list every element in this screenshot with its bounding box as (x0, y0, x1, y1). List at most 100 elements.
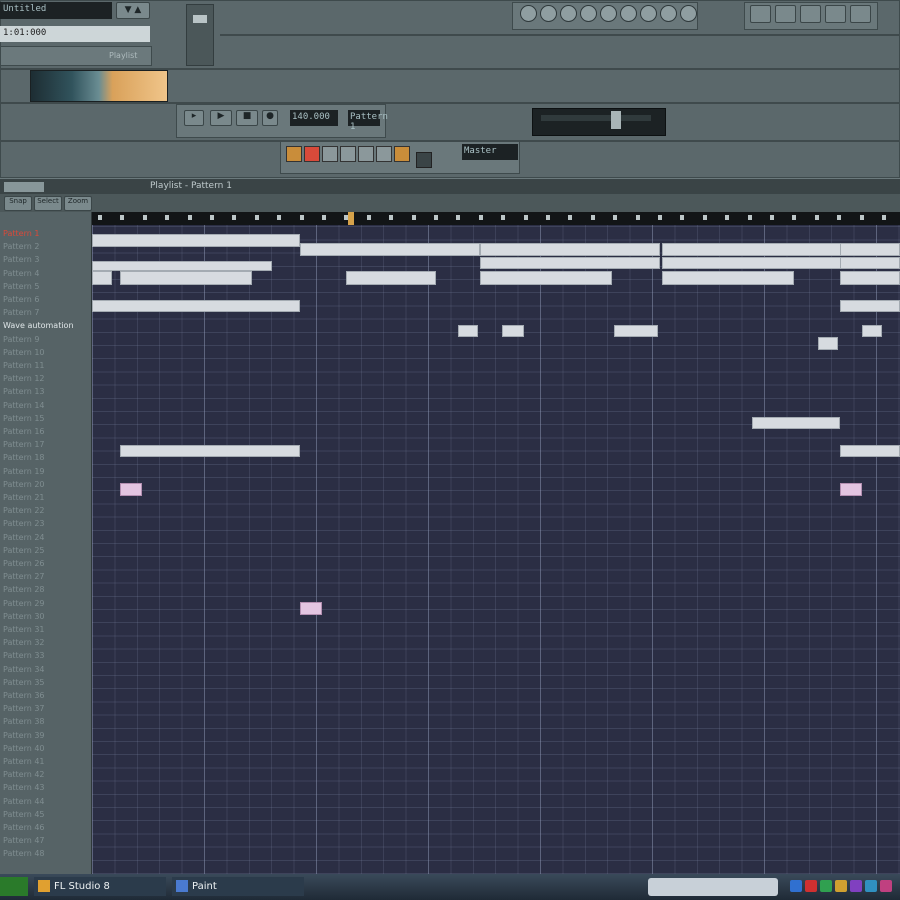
playlist-grid[interactable] (92, 225, 900, 874)
track-label[interactable]: Pattern 41 (3, 757, 88, 768)
track-label[interactable]: Pattern 19 (3, 467, 88, 478)
track-label[interactable]: Pattern 11 (3, 361, 88, 372)
track-label[interactable]: Pattern 27 (3, 572, 88, 583)
pattern-display[interactable]: Pattern 1 (348, 110, 388, 132)
track-label[interactable]: Pattern 14 (3, 401, 88, 412)
pattern-clip[interactable] (480, 243, 660, 256)
pattern-clip[interactable] (480, 271, 612, 285)
automation-clip[interactable] (840, 483, 862, 496)
track-label[interactable]: Pattern 48 (3, 849, 88, 860)
loop-icon[interactable] (394, 146, 410, 162)
browser-button[interactable] (800, 5, 821, 23)
track-label[interactable]: Pattern 47 (3, 836, 88, 847)
track-label[interactable]: Pattern 18 (3, 453, 88, 464)
track-label[interactable]: Pattern 31 (3, 625, 88, 636)
select-icon[interactable] (640, 5, 657, 22)
track-label[interactable]: Pattern 26 (3, 559, 88, 570)
pattern-clip[interactable] (662, 257, 842, 269)
track-label[interactable]: Pattern 10 (3, 348, 88, 359)
track-label[interactable]: Pattern 17 (3, 440, 88, 451)
channel-rack-button[interactable] (850, 5, 871, 23)
pattern-clip[interactable] (92, 261, 272, 271)
mixer-display[interactable]: Master (462, 144, 518, 160)
pattern-clip[interactable] (662, 243, 842, 256)
track-label[interactable]: Pattern 22 (3, 506, 88, 517)
pattern-clip[interactable] (862, 325, 882, 337)
playlist-tool-select[interactable]: Select (34, 196, 62, 211)
paint-icon[interactable] (560, 5, 577, 22)
tray-icon[interactable] (835, 880, 847, 892)
playlist-button[interactable] (750, 5, 771, 23)
snap-icon[interactable] (520, 5, 537, 22)
tray-icon[interactable] (865, 880, 877, 892)
record-button[interactable]: ● (262, 110, 278, 126)
track-label[interactable]: Pattern 42 (3, 770, 88, 781)
scroll-icon[interactable] (416, 152, 432, 168)
pattern-clip[interactable] (300, 243, 480, 256)
playback-icon[interactable] (680, 5, 697, 22)
track-label[interactable]: Pattern 21 (3, 493, 88, 504)
step-icon[interactable] (376, 146, 392, 162)
pattern-clip[interactable] (92, 300, 300, 312)
pattern-clip[interactable] (120, 445, 300, 457)
track-label[interactable]: Pattern 16 (3, 427, 88, 438)
timeline-ruler[interactable] (92, 212, 900, 225)
tempo-display[interactable]: 140.000 (290, 110, 338, 126)
play-button[interactable]: ▶ (210, 110, 232, 126)
pattern-mode-button[interactable]: ▸ (184, 110, 204, 126)
pattern-clip[interactable] (752, 417, 840, 429)
track-label[interactable]: Pattern 1 (3, 229, 88, 240)
playlist-menu-icon[interactable] (4, 182, 44, 192)
pattern-clip[interactable] (818, 337, 838, 350)
media-controls[interactable] (648, 878, 778, 896)
pattern-clip[interactable] (840, 257, 900, 269)
tray-icon[interactable] (805, 880, 817, 892)
track-label[interactable]: Pattern 29 (3, 599, 88, 610)
track-label[interactable]: Pattern 5 (3, 282, 88, 293)
playlist-tool-zoom[interactable]: Zoom (64, 196, 92, 211)
pattern-clip[interactable] (840, 271, 900, 285)
track-label[interactable]: Wave automation (3, 321, 88, 332)
pattern-clip[interactable] (120, 271, 252, 285)
track-label[interactable]: Pattern 44 (3, 797, 88, 808)
mixer-button[interactable] (825, 5, 846, 23)
meter-handle[interactable] (611, 111, 621, 129)
taskbar-start-button[interactable] (0, 877, 28, 896)
pattern-clip[interactable] (458, 325, 478, 337)
track-label[interactable]: Pattern 12 (3, 374, 88, 385)
track-label[interactable]: Pattern 23 (3, 519, 88, 530)
automation-clip[interactable] (120, 483, 142, 496)
pattern-clip[interactable] (614, 325, 658, 337)
pattern-clip[interactable] (840, 300, 900, 312)
track-label[interactable]: Pattern 34 (3, 665, 88, 676)
pattern-clip[interactable] (840, 243, 900, 256)
track-label[interactable]: Pattern 39 (3, 731, 88, 742)
track-label[interactable]: Pattern 15 (3, 414, 88, 425)
pattern-clip[interactable] (480, 257, 660, 269)
slip-icon[interactable] (620, 5, 637, 22)
track-label[interactable]: Pattern 32 (3, 638, 88, 649)
pattern-clip[interactable] (92, 234, 300, 247)
taskbar-item-fl-studio[interactable]: FL Studio 8 (34, 877, 166, 896)
blend-icon[interactable] (358, 146, 374, 162)
tray-icon[interactable] (850, 880, 862, 892)
track-label[interactable]: Pattern 2 (3, 242, 88, 253)
playlist-tool-snap[interactable]: Snap (4, 196, 32, 211)
track-label[interactable]: Pattern 45 (3, 810, 88, 821)
pattern-clip[interactable] (346, 271, 436, 285)
track-label[interactable]: Pattern 7 (3, 308, 88, 319)
automation-clip[interactable] (300, 602, 322, 615)
playhead-marker[interactable] (348, 212, 354, 225)
menu-button[interactable]: ▼ ▲ (116, 2, 150, 19)
track-label[interactable]: Pattern 36 (3, 691, 88, 702)
online-icon[interactable] (286, 146, 302, 162)
track-label[interactable]: Pattern 3 (3, 255, 88, 266)
draw-icon[interactable] (540, 5, 557, 22)
piano-roll-button[interactable] (775, 5, 796, 23)
playlist-titlebar[interactable]: Playlist - Pattern 1 (0, 178, 900, 194)
mute-icon[interactable] (600, 5, 617, 22)
pattern-clip[interactable] (840, 445, 900, 457)
track-label[interactable]: Pattern 28 (3, 585, 88, 596)
track-label[interactable]: Pattern 6 (3, 295, 88, 306)
volume-handle[interactable] (193, 15, 207, 23)
